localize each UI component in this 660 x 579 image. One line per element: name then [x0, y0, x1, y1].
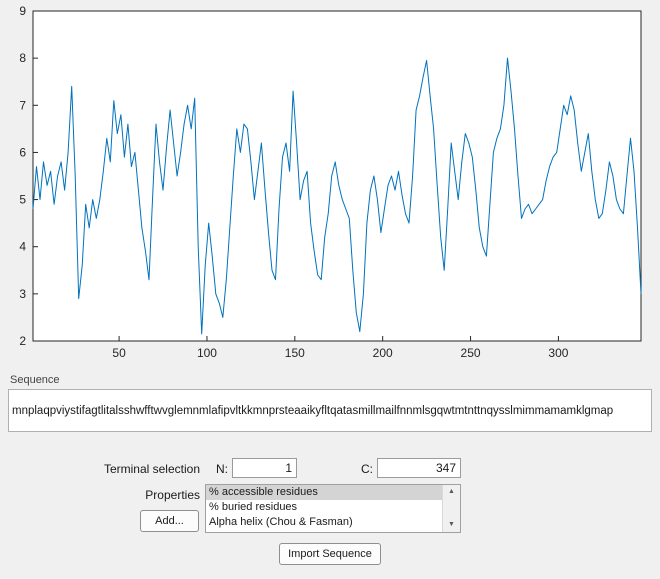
svg-text:7: 7 [19, 98, 26, 112]
terminal-selection-label: Terminal selection [103, 462, 200, 476]
svg-text:2: 2 [19, 334, 26, 348]
svg-text:5: 5 [19, 193, 26, 207]
sequence-label: Sequence [10, 374, 60, 386]
svg-text:300: 300 [548, 346, 568, 360]
svg-text:8: 8 [19, 51, 26, 65]
svg-text:6: 6 [19, 145, 26, 159]
svg-text:50: 50 [112, 346, 126, 360]
property-list-item[interactable]: % buried residues [206, 500, 442, 515]
c-terminal-label: C: [361, 462, 373, 476]
import-sequence-button[interactable]: Import Sequence [279, 543, 381, 565]
scroll-up-icon[interactable]: ▲ [443, 485, 460, 499]
properties-label: Properties [145, 488, 200, 502]
svg-text:150: 150 [285, 346, 305, 360]
svg-text:100: 100 [197, 346, 217, 360]
svg-text:4: 4 [19, 240, 26, 254]
property-list-item[interactable]: Alpha helix (Chou & Fasman) [206, 515, 442, 530]
n-terminal-label: N: [216, 462, 228, 476]
add-property-button[interactable]: Add... [140, 510, 199, 532]
svg-text:9: 9 [19, 4, 26, 18]
svg-text:200: 200 [373, 346, 393, 360]
listbox-scrollbar[interactable]: ▲ ▼ [442, 485, 460, 532]
sequence-tool-window: 50 100 150 200 250 300 2 3 4 5 6 7 8 9 Sequence Termi… [0, 0, 660, 579]
properties-list-items: % accessible residues% buried residues Al… [206, 485, 442, 532]
property-plot: 50 100 150 200 250 300 2 3 4 5 6 7 8 9 [19, 4, 642, 360]
n-terminal-input[interactable] [232, 458, 297, 478]
scroll-down-icon[interactable]: ▼ [443, 518, 460, 532]
property-list-item[interactable]: % accessible residues [206, 485, 442, 500]
sequence-input[interactable] [8, 389, 652, 432]
svg-text:3: 3 [19, 287, 26, 301]
svg-text:250: 250 [461, 346, 481, 360]
properties-listbox[interactable]: % accessible residues% buried residues Al… [205, 484, 461, 533]
c-terminal-input[interactable] [377, 458, 461, 478]
